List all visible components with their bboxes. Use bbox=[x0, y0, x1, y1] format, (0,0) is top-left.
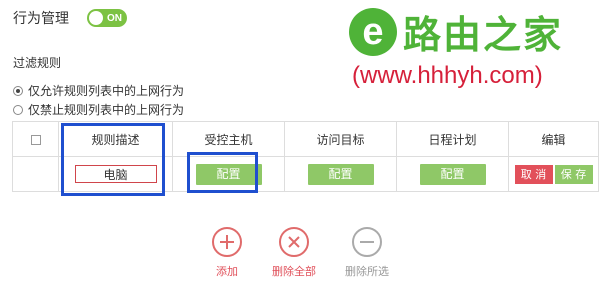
schedule-config-button[interactable]: 配置 bbox=[419, 163, 486, 185]
filter-title: 过滤规则 bbox=[13, 56, 62, 70]
delete-selected-action[interactable]: 删除所选 bbox=[327, 227, 407, 279]
save-button[interactable]: 保 存 bbox=[554, 164, 593, 184]
cancel-button[interactable]: 取 消 bbox=[514, 164, 553, 184]
radio-allow[interactable] bbox=[13, 85, 23, 96]
highlight-description bbox=[61, 123, 165, 196]
add-icon[interactable] bbox=[212, 227, 242, 257]
section-title: 行为管理 bbox=[13, 11, 69, 27]
delete-all-icon[interactable] bbox=[279, 227, 309, 257]
target-config-button[interactable]: 配置 bbox=[307, 163, 374, 185]
row-select-cell bbox=[12, 156, 59, 192]
header-target: 访问目标 bbox=[284, 121, 397, 157]
delete-all-action[interactable]: 删除全部 bbox=[254, 227, 334, 279]
row-schedule-cell: 配置 bbox=[396, 156, 509, 192]
behavior-toggle[interactable]: ON bbox=[87, 9, 127, 27]
delete-all-label: 删除全部 bbox=[272, 265, 316, 278]
logo-brand-text: 路由之家 bbox=[403, 13, 564, 57]
header-edit: 编辑 bbox=[508, 121, 599, 157]
logo-url: (www.hhhyh.com) bbox=[352, 62, 543, 89]
toggle-label: ON bbox=[107, 12, 122, 24]
radio-deny[interactable] bbox=[13, 104, 23, 115]
radio-allow-label: 仅允许规则列表中的上网行为 bbox=[28, 84, 185, 98]
header-select-cell bbox=[12, 121, 59, 157]
delete-selected-label: 删除所选 bbox=[345, 265, 389, 278]
highlight-host-config bbox=[187, 152, 258, 193]
select-all-checkbox[interactable] bbox=[30, 134, 41, 145]
logo-mark: e bbox=[349, 8, 397, 56]
header-schedule: 日程计划 bbox=[396, 121, 509, 157]
toggle-knob bbox=[89, 11, 103, 25]
row-edit-cell: 取 消保 存 bbox=[508, 156, 599, 192]
delete-selected-icon[interactable] bbox=[352, 227, 382, 257]
filter-option-allow[interactable]: 仅允许规则列表中的上网行为 bbox=[13, 82, 184, 99]
logo-glyph: e bbox=[362, 10, 384, 53]
row-target-cell: 配置 bbox=[284, 156, 397, 192]
radio-deny-label: 仅禁止规则列表中的上网行为 bbox=[28, 103, 185, 117]
filter-option-deny[interactable]: 仅禁止规则列表中的上网行为 bbox=[13, 101, 184, 118]
